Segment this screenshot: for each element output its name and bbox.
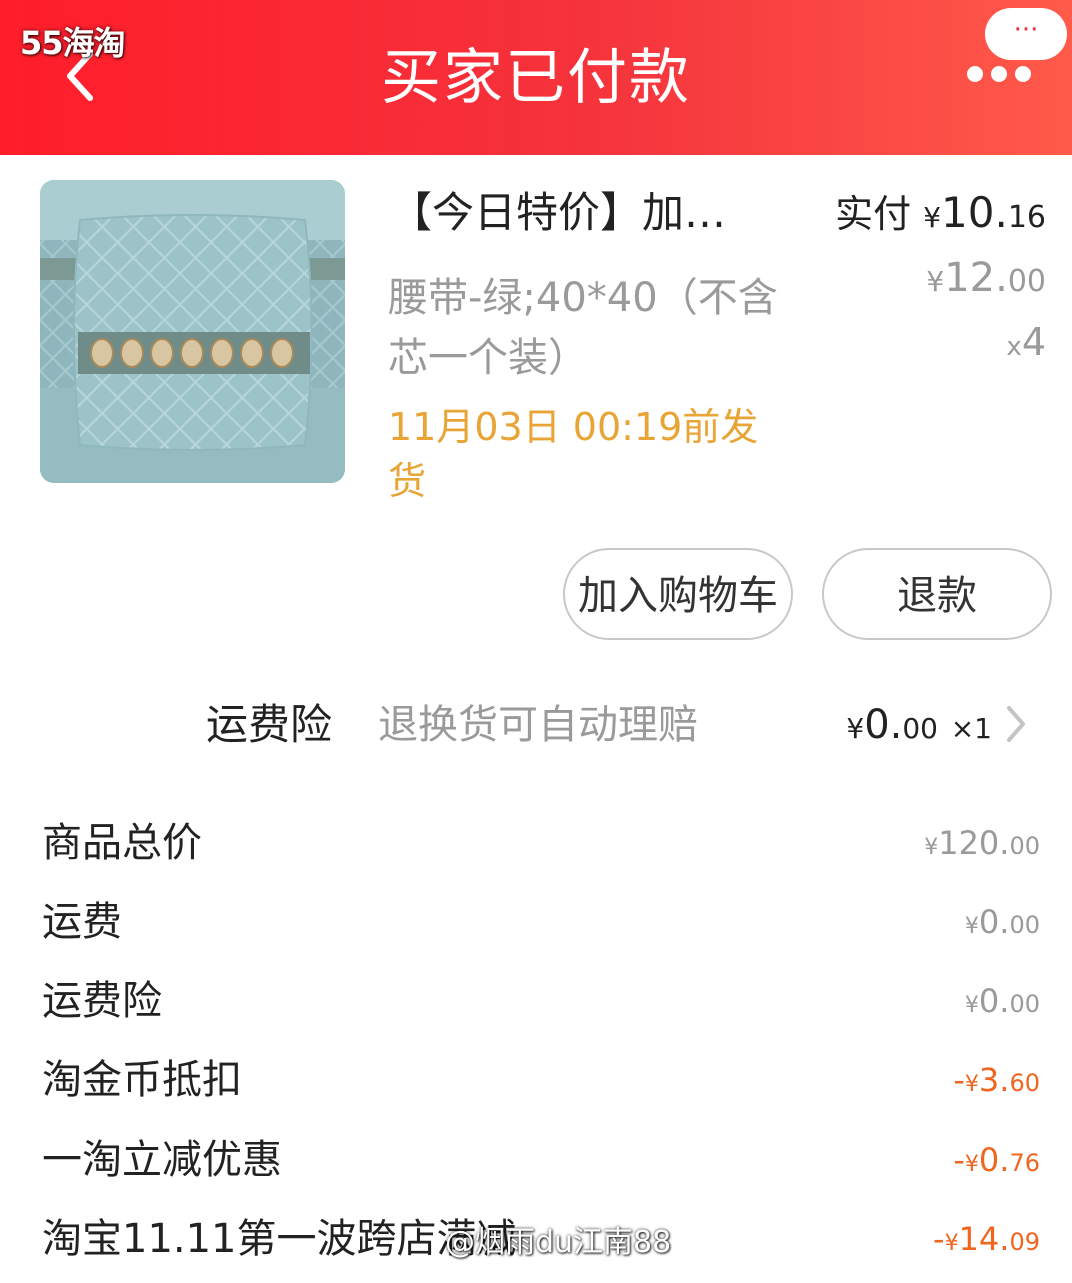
shipping-insurance-row[interactable]: 运费险 退换货可自动理赔 ¥0.00 ×1 [0,690,1072,760]
insurance-price: ¥0.00 ×1 [846,690,992,764]
summary-row: 商品总价 ¥120.00 [0,808,1072,878]
paid-yen: ¥ [923,201,942,234]
orig-dec: 00 [1007,264,1046,299]
summary-row: 一淘立减优惠 -¥0.76 [0,1125,1072,1195]
insurance-qty: ×1 [950,712,992,745]
product-image[interactable] [40,180,345,483]
insurance-label: 运费险 [206,700,333,749]
summary-value: -¥0.76 [953,1141,1040,1179]
watermark-text: @烟雨du江南88 [445,1225,672,1260]
paid-label: 实付 [835,192,912,236]
paid-dec: 16 [1007,200,1046,235]
qty-x: x [1006,332,1022,362]
summary-label: 商品总价 [42,820,202,866]
product-title[interactable]: 【今日特价】加… [390,185,770,241]
insurance-desc: 退换货可自动理赔 [378,702,698,748]
summary-row: 运费 ¥0.00 [0,887,1072,957]
add-to-cart-button[interactable]: 加入购物车 [563,548,793,640]
summary-label: 运费险 [42,978,162,1024]
quantity: x4 [1006,320,1046,364]
summary-label: 一淘立减优惠 [42,1137,282,1183]
summary-value: -¥14.09 [933,1220,1040,1258]
summary-value: -¥3.60 [953,1061,1040,1099]
insurance-int: 0. [864,702,903,748]
summary-value: ¥0.00 [964,903,1040,941]
summary-label: 运费 [42,899,122,945]
watermark-logo: 55海淘 [20,24,126,62]
summary-value: ¥0.00 [964,982,1040,1020]
original-price: ¥12.00 [926,255,1046,301]
summary-value: ¥120.00 [924,824,1040,862]
more-bubble[interactable]: ··· [985,8,1067,60]
paid-amount: 实付 ¥10.16 [835,185,1046,246]
insurance-dec: 00 [902,712,938,745]
orig-yen: ¥ [926,265,945,298]
orig-int: 12. [944,255,1008,301]
summary-label: 淘金币抵扣 [42,1057,242,1103]
header-bar: 买家已付款 ··· [0,0,1072,155]
page-title: 买家已付款 [381,43,691,113]
insurance-yen: ¥ [846,712,865,745]
ship-deadline: 11月03日 00:19前发货 [388,405,759,503]
product-sku: 腰带-绿;40*40（不含芯一个装） [388,275,778,381]
paid-int: 10. [941,188,1008,237]
summary-row: 淘金币抵扣 -¥3.60 [0,1045,1072,1115]
qty-number: 4 [1021,320,1046,364]
refund-button[interactable]: 退款 [822,548,1052,640]
summary-row: 运费险 ¥0.00 [0,966,1072,1036]
chevron-right-icon[interactable] [1004,704,1028,744]
more-icon[interactable] [965,64,1037,86]
